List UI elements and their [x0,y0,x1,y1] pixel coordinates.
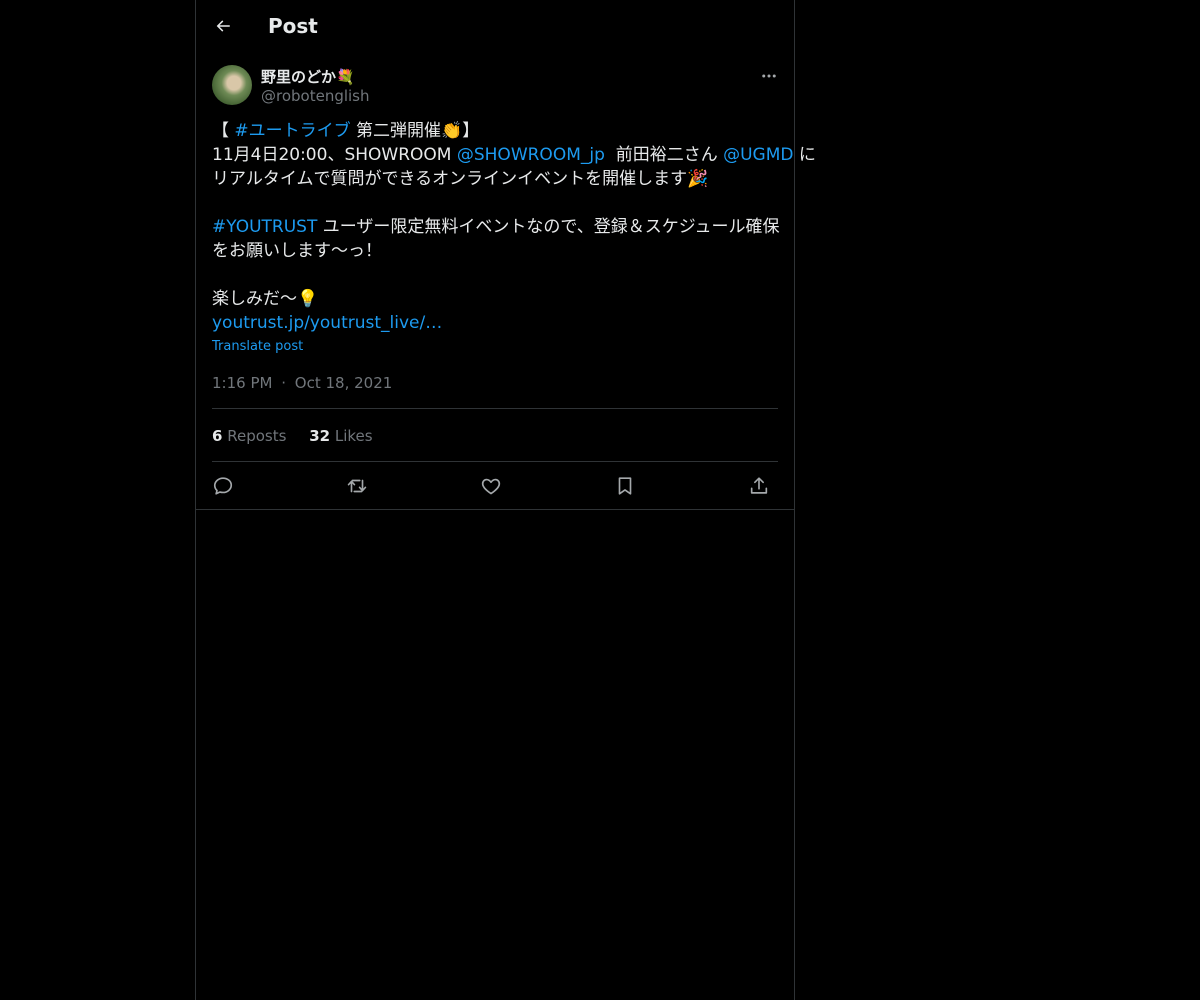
post-text-segment: 11月4日20:00、SHOWROOM [212,145,457,165]
page-title: Post [268,14,318,38]
divider [212,408,778,409]
post-bottom-border [196,509,794,510]
action-bar [212,472,778,500]
more-options-button[interactable] [756,63,782,89]
external-link[interactable]: youtrust.jp/youtrust_live/… [212,311,782,335]
reposts-label: Reposts [227,427,287,445]
likes-label: Likes [334,427,373,445]
repost-button[interactable] [343,472,371,500]
page-header: Post [196,0,794,53]
post-stats: 6 Reposts 32 Likes [212,427,391,445]
hashtag-link[interactable]: #YOUTRUST [212,217,317,237]
post-text: 【 #ユートライブ 第二弾開催👏】 11月4日20:00、SHOWROOM @S… [212,119,816,335]
translate-post-link[interactable]: Translate post [212,339,303,354]
bookmark-button[interactable] [611,472,639,500]
mention-link[interactable]: @UGMD [723,145,793,165]
post-line: 楽しみだ〜💡 [212,289,319,309]
meta-separator: · [281,374,287,392]
post-text-segment: 第二弾開催👏】 [350,121,480,141]
reply-icon [212,475,234,497]
post-text-segment: ユーザー限定無料イベントなので、登録＆スケジュール確保 [317,217,780,237]
post-text-segment: 前田裕二さん [604,145,724,165]
heart-icon [480,475,502,497]
post-line: #YOUTRUST ユーザー限定無料イベントなので、登録＆スケジュール確保 [212,215,782,239]
repost-icon [346,475,368,497]
post-line: リアルタイムで質問ができるオンラインイベントを開催します🎉 [212,169,709,189]
mention-link[interactable]: @SHOWROOM_jp [457,145,605,165]
bookmark-icon [614,475,636,497]
post-text-segment: に [793,145,816,165]
divider [212,461,778,462]
hashtag-link[interactable]: #ユートライブ [234,121,350,141]
post-text-segment: 【 [212,121,235,141]
post-time[interactable]: 1:16 PM [212,374,272,392]
more-dots-icon [760,67,778,85]
reposts-stat[interactable]: 6 Reposts [212,427,286,445]
avatar[interactable] [212,65,252,105]
author-display-name[interactable]: 野里のどか💐 [261,66,355,87]
back-button[interactable] [208,11,238,41]
post-line: 11月4日20:00、SHOWROOM @SHOWROOM_jp 前田裕二さん … [212,143,816,167]
author-handle[interactable]: @robotenglish [261,87,370,105]
likes-count: 32 [309,427,331,445]
post-column: Post 野里のどか💐 @robotenglish 【 #ユートライブ 第二弾開… [195,0,816,1000]
share-button[interactable] [745,472,773,500]
post-line: をお願いします〜っ！ [212,241,382,261]
likes-stat[interactable]: 32 Likes [309,427,372,445]
reposts-count: 6 [212,427,223,445]
post-timestamp[interactable]: 1:16 PM · Oct 18, 2021 [212,374,392,392]
reply-button[interactable] [209,472,237,500]
post-line: 【 #ユートライブ 第二弾開催👏】 [212,119,782,143]
post-date[interactable]: Oct 18, 2021 [295,374,393,392]
like-button[interactable] [477,472,505,500]
share-icon [748,475,770,497]
arrow-left-icon [214,17,232,35]
